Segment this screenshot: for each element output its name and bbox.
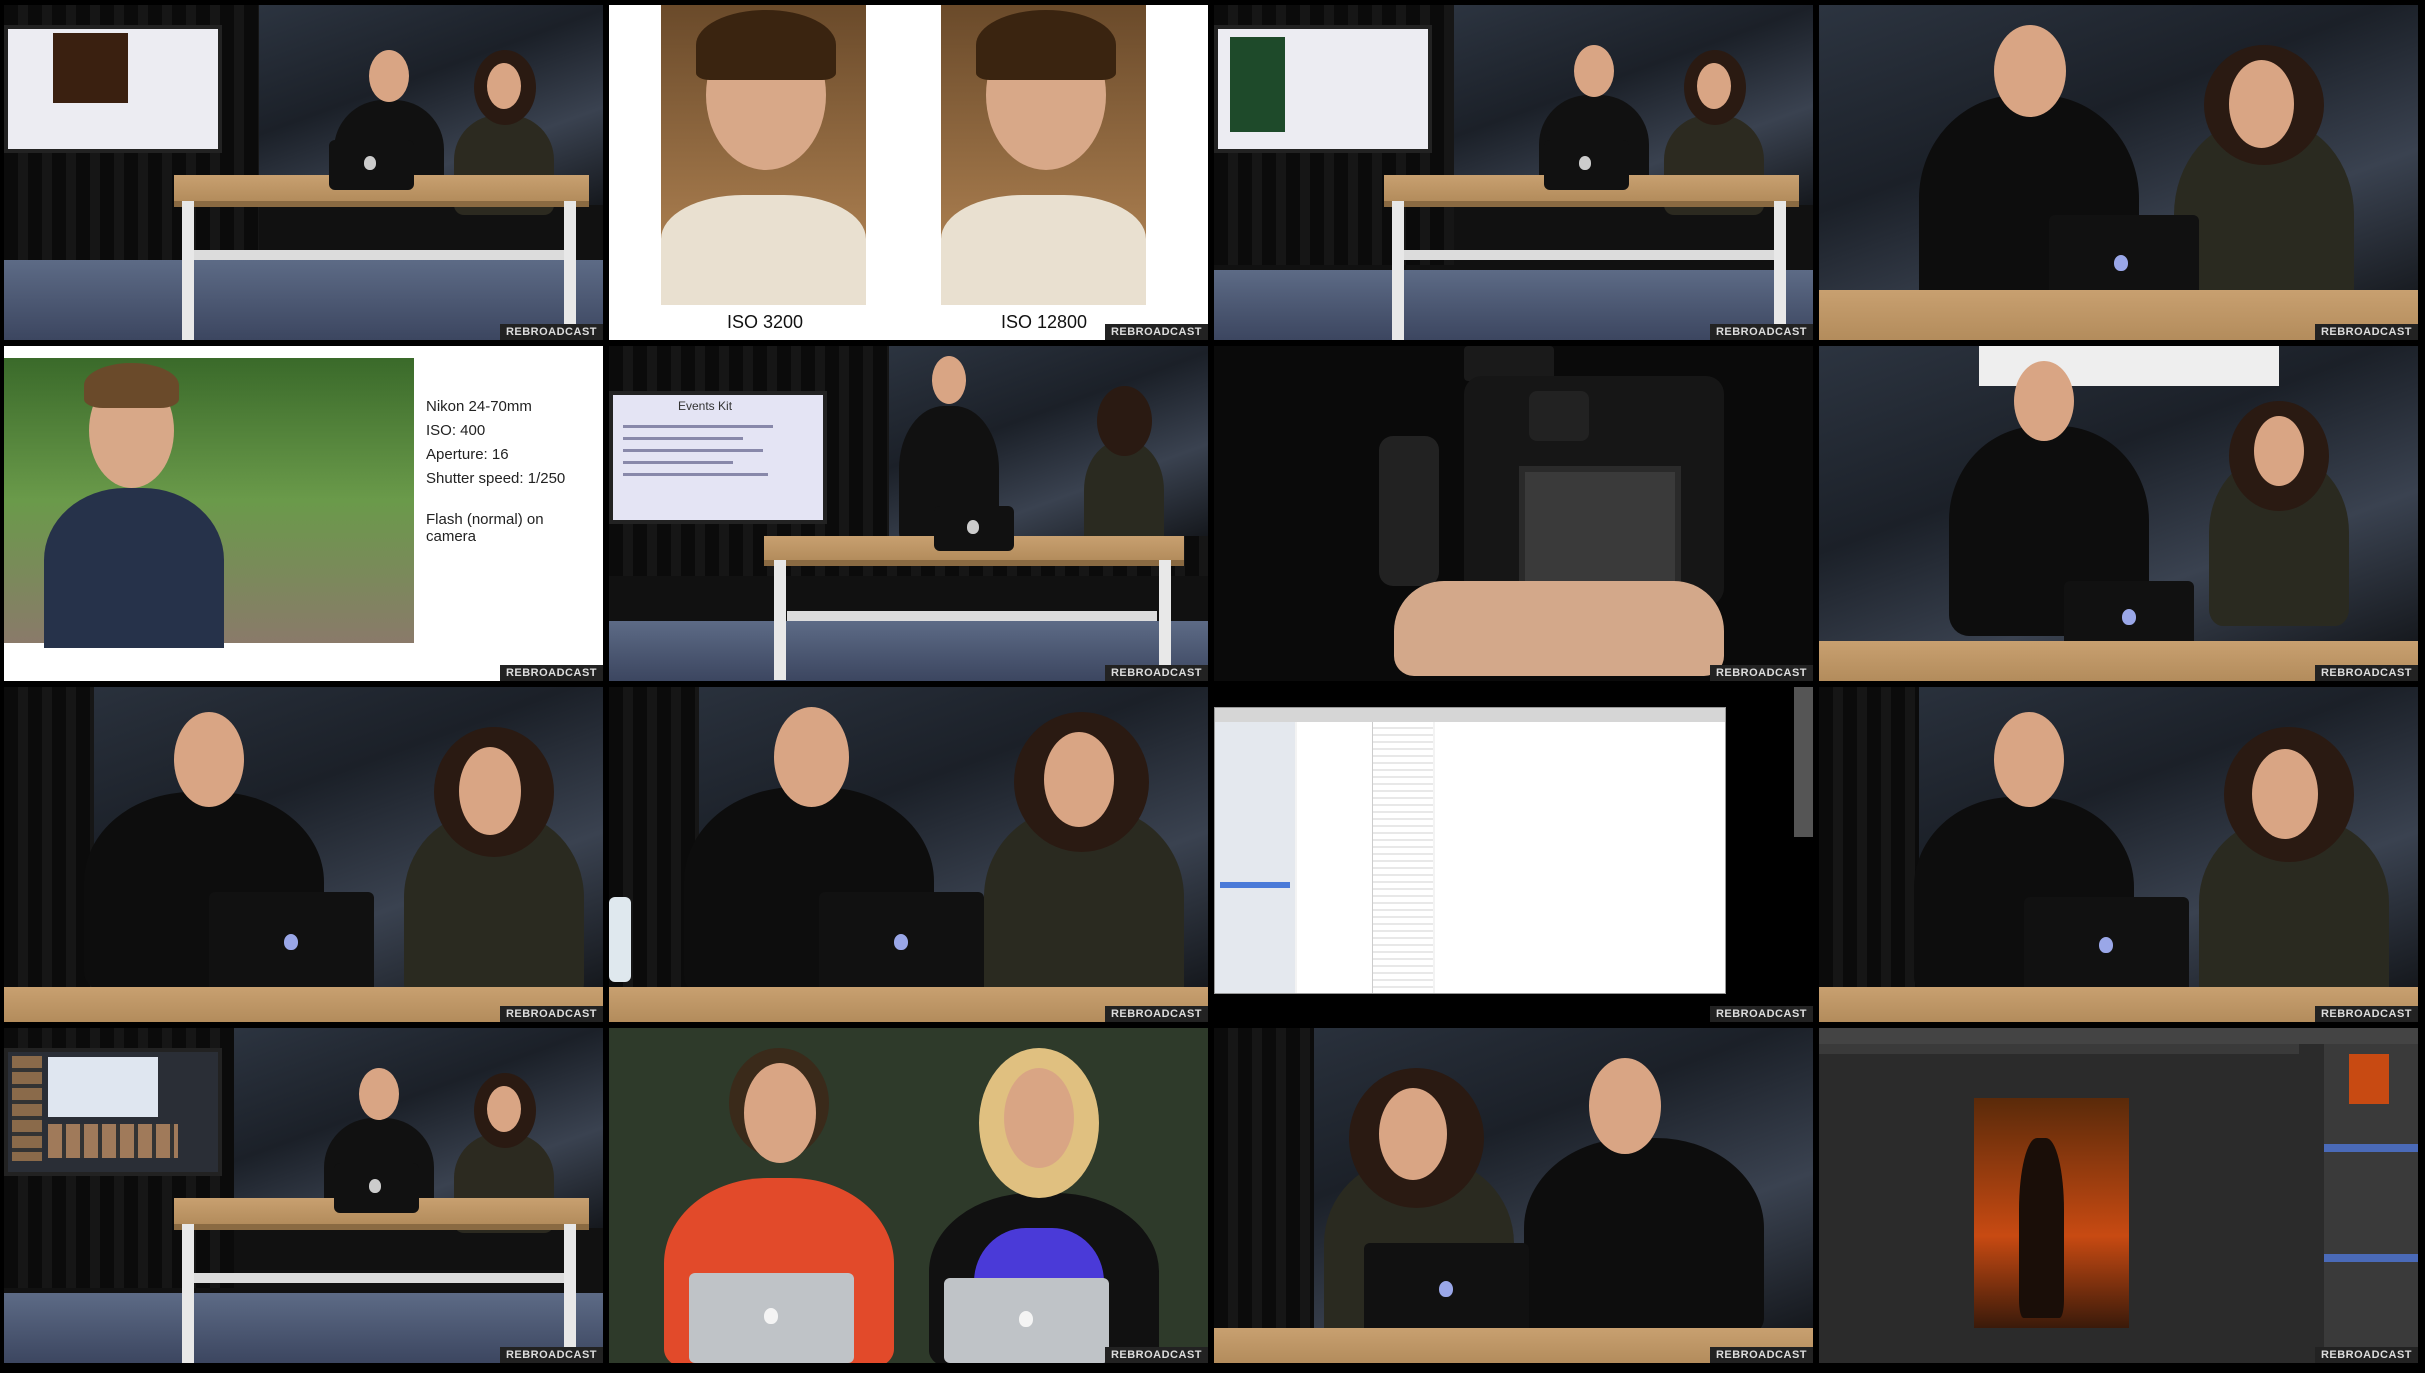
portrait-photo xyxy=(4,358,414,648)
thumbnail-6[interactable]: Events Kit REBROADCAST xyxy=(609,346,1208,681)
thumbnail-14[interactable]: REBROADCAST xyxy=(609,1028,1208,1363)
thumbnail-10[interactable]: REBROADCAST xyxy=(609,687,1208,1022)
iso-label-right: ISO 12800 xyxy=(1001,312,1088,332)
watermark: REBROADCAST xyxy=(2314,324,2418,340)
finder-window xyxy=(1214,707,1726,994)
photo-iso-12800 xyxy=(941,5,1146,305)
watermark: REBROADCAST xyxy=(1709,665,1813,681)
photoshop-canvas-image xyxy=(1974,1098,2129,1328)
tv-screen xyxy=(4,25,222,153)
water-bottle xyxy=(609,897,631,982)
watermark: REBROADCAST xyxy=(2314,1006,2418,1022)
photo-iso-3200 xyxy=(661,5,866,305)
watermark: REBROADCAST xyxy=(499,324,603,340)
apple-logo-icon xyxy=(967,520,979,534)
slide-title: Events Kit xyxy=(678,399,733,413)
hand xyxy=(1394,581,1724,676)
thumbnail-1[interactable]: REBROADCAST xyxy=(4,5,603,340)
thumbnail-9[interactable]: REBROADCAST xyxy=(4,687,603,1022)
thumbnail-13[interactable]: REBROADCAST xyxy=(4,1028,603,1363)
watermark: REBROADCAST xyxy=(1709,324,1813,340)
apple-logo-icon xyxy=(1019,1311,1033,1327)
video-contact-sheet: REBROADCAST ISO 3200 ISO 12800 REBROADCA… xyxy=(0,0,2425,1373)
spec-flash: Flash (normal) on camera xyxy=(426,511,544,545)
apple-logo-icon xyxy=(764,1308,778,1324)
spec-iso: ISO: 400 xyxy=(426,422,486,439)
finder-sidebar xyxy=(1215,722,1295,993)
watermark: REBROADCAST xyxy=(1104,1006,1208,1022)
thumbnail-16[interactable]: REBROADCAST xyxy=(1819,1028,2418,1363)
thumbnail-5[interactable]: Nikon 24-70mm ISO: 400 Aperture: 16 Shut… xyxy=(4,346,603,681)
watermark: REBROADCAST xyxy=(1104,1347,1208,1363)
host-head xyxy=(369,50,409,102)
spec-lens: Nikon 24-70mm xyxy=(426,398,532,415)
thumbnail-3[interactable]: REBROADCAST xyxy=(1214,5,1813,340)
watermark: REBROADCAST xyxy=(2314,665,2418,681)
camera-body xyxy=(1464,376,1724,606)
watermark: REBROADCAST xyxy=(1709,1347,1813,1363)
camera-lcd xyxy=(1519,466,1681,588)
laptop xyxy=(329,140,414,190)
thumbnail-15[interactable]: REBROADCAST xyxy=(1214,1028,1813,1363)
watermark: REBROADCAST xyxy=(499,1006,603,1022)
thumbnail-7[interactable]: REBROADCAST xyxy=(1214,346,1813,681)
iso-label-left: ISO 3200 xyxy=(727,312,804,332)
watermark: REBROADCAST xyxy=(1104,665,1208,681)
tv-slide: Events Kit xyxy=(609,391,827,524)
photoshop-options-bar xyxy=(1819,1028,2418,1044)
thumbnail-2[interactable]: ISO 3200 ISO 12800 REBROADCAST xyxy=(609,5,1208,340)
watermark: REBROADCAST xyxy=(499,1347,603,1363)
watermark: REBROADCAST xyxy=(1709,1006,1813,1022)
watermark: REBROADCAST xyxy=(499,665,603,681)
tv-lightroom xyxy=(4,1048,222,1176)
thumbnail-12[interactable]: REBROADCAST xyxy=(1819,687,2418,1022)
photoshop-layers-panel xyxy=(2324,1044,2418,1363)
apple-logo-icon xyxy=(369,1179,381,1193)
thumbnail-11[interactable]: REBROADCAST xyxy=(1214,687,1813,1022)
apple-logo-icon xyxy=(364,156,376,170)
thumbnail-8[interactable]: REBROADCAST xyxy=(1819,346,2418,681)
watermark: REBROADCAST xyxy=(1104,324,1208,340)
apple-logo-icon xyxy=(1579,156,1591,170)
watermark: REBROADCAST xyxy=(2314,1347,2418,1363)
thumbnail-4[interactable]: REBROADCAST xyxy=(1819,5,2418,340)
spec-shutter: Shutter speed: 1/250 xyxy=(426,470,566,487)
spec-aperture: Aperture: 16 xyxy=(426,446,509,463)
tv-screen xyxy=(1214,25,1432,153)
